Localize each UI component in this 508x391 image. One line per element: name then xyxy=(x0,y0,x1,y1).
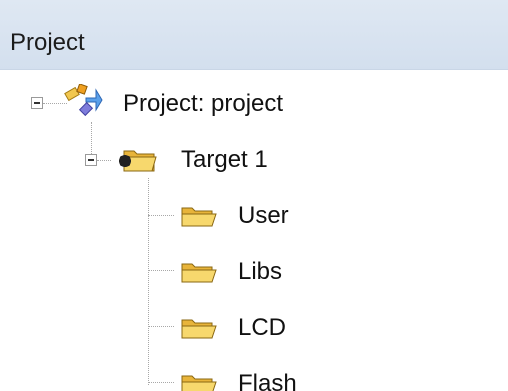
panel-title: Project xyxy=(10,29,85,56)
tree-item-group-lcd[interactable]: LCD xyxy=(0,300,508,354)
project-tree: Project: project Target 1 User Libs LCD … xyxy=(0,70,508,391)
tree-item-root[interactable]: Project: project xyxy=(0,76,508,130)
folder-icon xyxy=(178,312,220,349)
project-panel: Project Project: project Target 1 User L… xyxy=(0,0,508,391)
tree-item-group-user[interactable]: User xyxy=(0,188,508,242)
tree-item-label: LCD xyxy=(238,314,287,341)
tree-item-group-flash[interactable]: Flash xyxy=(0,356,508,391)
tree-item-label: Target 1 xyxy=(181,146,268,173)
collapse-toggle[interactable] xyxy=(85,154,97,166)
tree-item-group-libs[interactable]: Libs xyxy=(0,244,508,298)
panel-titlebar: Project xyxy=(0,0,508,70)
tree-item-label: Libs xyxy=(238,258,283,285)
tree-item-target[interactable]: Target 1 xyxy=(0,132,508,186)
target-folder-icon xyxy=(112,143,160,180)
collapse-toggle[interactable] xyxy=(31,97,43,109)
project-icon xyxy=(62,83,106,123)
tree-item-label: Flash xyxy=(238,370,297,391)
tree-item-label: Project: project xyxy=(123,90,284,117)
folder-icon xyxy=(178,368,220,391)
folder-icon xyxy=(178,256,220,293)
tree-item-label: User xyxy=(238,202,289,229)
folder-icon xyxy=(178,200,220,237)
